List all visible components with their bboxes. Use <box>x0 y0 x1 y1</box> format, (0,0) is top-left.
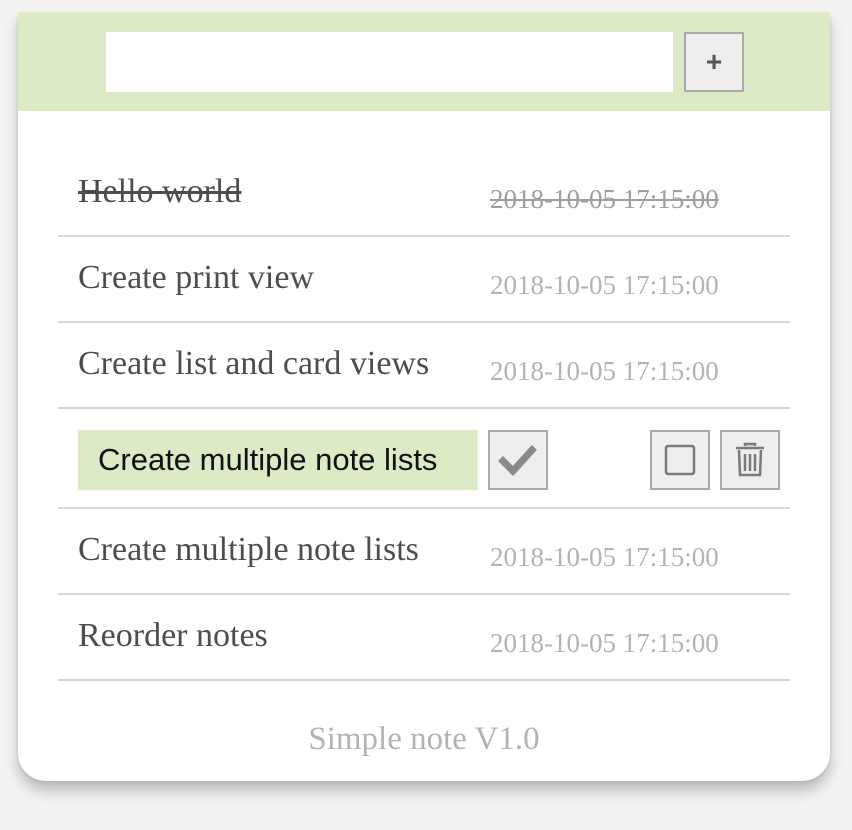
new-note-input[interactable] <box>106 32 673 92</box>
note-title[interactable]: Reorder notes <box>78 617 268 655</box>
note-row[interactable]: Reorder notes 2018-10-05 17:15:00 <box>58 595 790 681</box>
note-timestamp: 2018-10-05 17:15:00 <box>490 628 719 658</box>
note-row[interactable]: Hello world 2018-10-05 17:15:00 <box>58 151 790 237</box>
note-row-editing <box>58 409 790 509</box>
check-icon <box>498 445 537 477</box>
delete-note-button[interactable] <box>720 430 780 490</box>
note-title[interactable]: Create print view <box>78 259 314 297</box>
header-bar: + <box>18 12 830 111</box>
note-timestamp: 2018-10-05 17:15:00 <box>490 184 719 214</box>
edit-note-input[interactable] <box>78 430 478 490</box>
note-timestamp: 2018-10-05 17:15:00 <box>490 542 719 572</box>
note-title[interactable]: Create list and card views <box>78 345 429 383</box>
note-title[interactable]: Hello world <box>78 173 241 211</box>
note-timestamp: 2018-10-05 17:15:00 <box>490 356 719 386</box>
trash-icon <box>736 442 764 477</box>
note-list: Hello world 2018-10-05 17:15:00 Create p… <box>58 151 790 681</box>
note-app-card: + Hello world 2018-10-05 17:15:00 Create… <box>18 12 830 781</box>
checkbox-icon <box>664 444 696 476</box>
note-timestamp: 2018-10-05 17:15:00 <box>490 270 719 300</box>
toggle-done-button[interactable] <box>650 430 710 490</box>
add-note-button[interactable]: + <box>684 32 744 92</box>
note-row[interactable]: Create print view 2018-10-05 17:15:00 <box>58 237 790 323</box>
note-row[interactable]: Create multiple note lists 2018-10-05 17… <box>58 509 790 595</box>
app-version-footer: Simple note V1.0 <box>308 721 540 757</box>
note-row[interactable]: Create list and card views 2018-10-05 17… <box>58 323 790 409</box>
note-title[interactable]: Create multiple note lists <box>78 531 419 569</box>
confirm-edit-button[interactable] <box>488 430 548 490</box>
